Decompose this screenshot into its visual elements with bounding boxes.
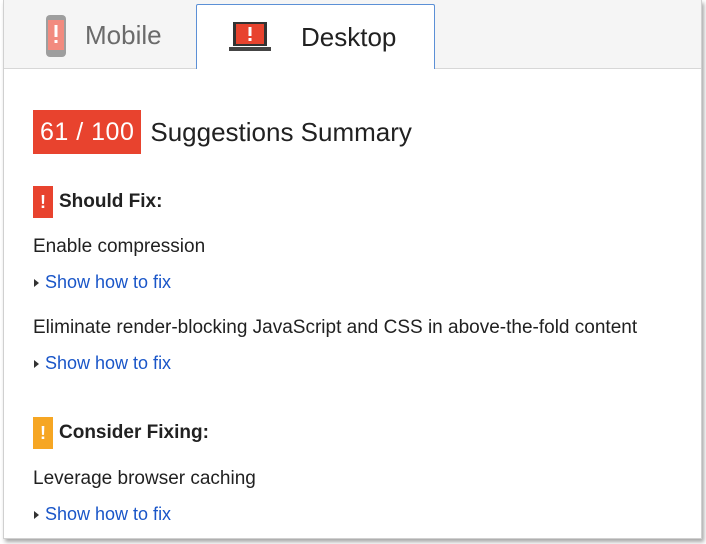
expand-caret-icon <box>34 278 39 287</box>
laptop-warning-icon <box>229 21 271 53</box>
pagespeed-panel: Mobile Desktop 61 / 100 Suggestions Summ… <box>3 0 702 539</box>
show-how-to-fix-label: Show how to fix <box>45 504 172 524</box>
show-how-to-fix-link[interactable]: Show how to fix <box>34 272 171 293</box>
warning-icon: ! <box>33 186 53 218</box>
rule-title: Leverage browser caching <box>33 468 256 489</box>
expand-caret-icon <box>34 510 39 519</box>
mobile-phone-warning-icon <box>45 14 67 58</box>
should-fix-title: Should Fix: <box>59 191 163 212</box>
expand-caret-icon <box>34 359 39 368</box>
show-how-to-fix-label: Show how to fix <box>45 272 172 292</box>
show-how-to-fix-link[interactable]: Show how to fix <box>34 353 171 374</box>
rule-title: Enable compression <box>33 236 206 257</box>
show-how-to-fix-link[interactable]: Show how to fix <box>34 504 171 525</box>
tab-mobile-label: Mobile <box>85 20 162 50</box>
device-tab-bar: Mobile Desktop <box>4 0 701 69</box>
tab-mobile[interactable]: Mobile <box>30 4 190 67</box>
score-badge: 61 / 100 <box>33 110 142 154</box>
consider-fixing-heading: ! Consider Fixing: <box>33 417 209 449</box>
consider-fixing-title: Consider Fixing: <box>59 422 209 443</box>
rule-title: Eliminate render-blocking JavaScript and… <box>33 317 638 338</box>
score-summary: 61 / 100 Suggestions Summary <box>33 110 412 154</box>
summary-title: Suggestions Summary <box>150 116 412 147</box>
tab-desktop[interactable]: Desktop <box>196 4 435 69</box>
tab-desktop-label: Desktop <box>301 21 397 52</box>
should-fix-heading: ! Should Fix: <box>33 186 162 218</box>
show-how-to-fix-label: Show how to fix <box>45 353 172 373</box>
warning-icon: ! <box>33 417 53 449</box>
